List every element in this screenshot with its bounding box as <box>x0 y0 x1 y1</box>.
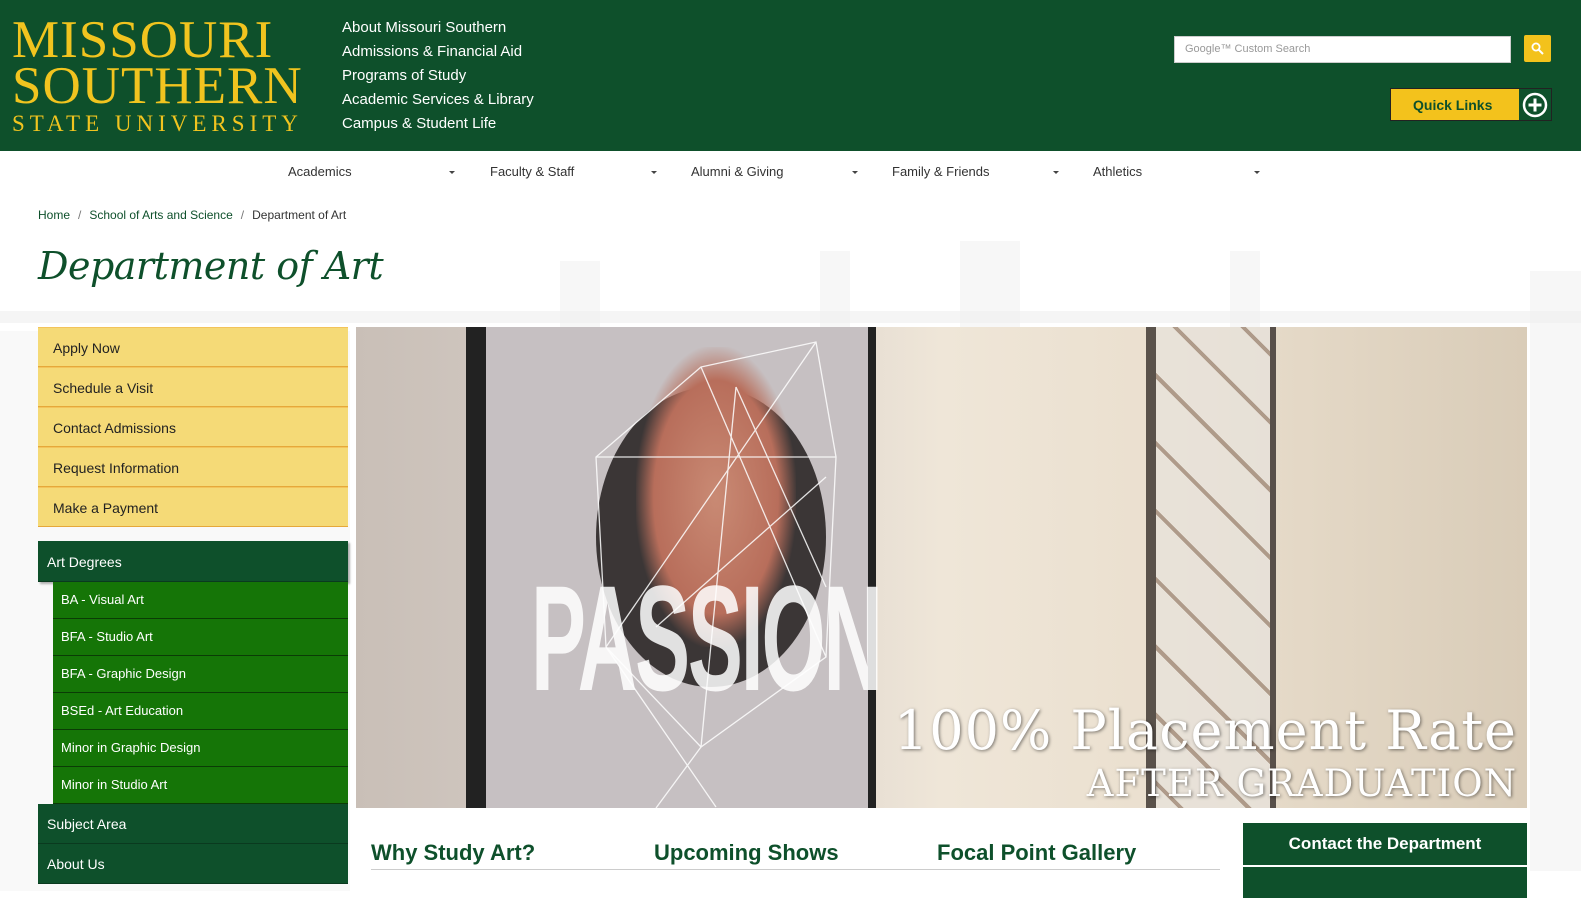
request-information-link[interactable]: Request Information <box>38 447 348 487</box>
logo-line-2: SOUTHERN <box>12 57 303 115</box>
schedule-visit-link[interactable]: Schedule a Visit <box>38 367 348 407</box>
university-logo[interactable]: MISSOURI SOUTHERN STATE UNIVERSITY <box>12 11 303 136</box>
degree-link-bsed-art-education[interactable]: BSEd - Art Education <box>53 693 348 730</box>
caret-down-icon <box>852 171 858 174</box>
degree-link-ba-visual-art[interactable]: BA - Visual Art <box>53 582 348 619</box>
caret-down-icon <box>449 171 455 174</box>
subject-area-link[interactable]: Subject Area <box>38 804 348 844</box>
make-payment-link[interactable]: Make a Payment <box>38 487 348 527</box>
nav-family-friends[interactable]: Family & Friends <box>892 164 1093 179</box>
caret-down-icon <box>651 171 657 174</box>
top-link-about[interactable]: About Missouri Southern <box>342 16 534 40</box>
apply-now-link[interactable]: Apply Now <box>38 327 348 367</box>
tab-focal-point-gallery[interactable]: Focal Point Gallery <box>937 840 1136 866</box>
breadcrumb-school[interactable]: School of Arts and Science <box>89 208 232 222</box>
top-link-admissions[interactable]: Admissions & Financial Aid <box>342 40 534 64</box>
breadcrumb-current: Department of Art <box>252 208 347 222</box>
hero-caption-line2: AFTER GRADUATION <box>1086 762 1517 805</box>
degree-link-minor-graphic-design[interactable]: Minor in Graphic Design <box>53 730 348 767</box>
search-button[interactable] <box>1524 35 1551 62</box>
quick-links-toggle[interactable] <box>1519 89 1551 120</box>
degrees-menu: Art Degrees BA - Visual Art BFA - Studio… <box>38 541 348 884</box>
nav-faculty-staff[interactable]: Faculty & Staff <box>490 164 691 179</box>
nav-athletics[interactable]: Athletics <box>1093 164 1294 179</box>
top-link-campus-life[interactable]: Campus & Student Life <box>342 112 534 136</box>
nav-label: Family & Friends <box>892 164 990 179</box>
breadcrumb: Home / School of Arts and Science / Departme… <box>38 208 346 222</box>
nav-academics[interactable]: Academics <box>288 164 489 179</box>
about-us-link[interactable]: About Us <box>38 844 348 884</box>
content-tabs: Why Study Art? Upcoming Shows Focal Poin… <box>371 840 1220 870</box>
art-degrees-header[interactable]: Art Degrees <box>38 541 348 582</box>
quick-links-label: Quick Links <box>1413 97 1493 113</box>
plus-circle-icon <box>1522 92 1548 118</box>
breadcrumb-separator: / <box>240 208 245 222</box>
degree-link-minor-studio-art[interactable]: Minor in Studio Art <box>53 767 348 804</box>
site-header: MISSOURI SOUTHERN STATE UNIVERSITY About… <box>0 0 1581 151</box>
search-placeholder: Google™ Custom Search <box>1185 43 1311 55</box>
nav-label: Alumni & Giving <box>691 164 784 179</box>
nav-alumni-giving[interactable]: Alumni & Giving <box>691 164 892 179</box>
nav-label: Academics <box>288 164 352 179</box>
tab-upcoming-shows[interactable]: Upcoming Shows <box>654 840 839 866</box>
degree-link-bfa-graphic-design[interactable]: BFA - Graphic Design <box>53 656 348 693</box>
action-menu: Apply Now Schedule a Visit Contact Admis… <box>38 327 348 527</box>
caret-down-icon <box>1254 171 1260 174</box>
search-input[interactable]: Google™ Custom Search <box>1174 36 1511 63</box>
hero-banner: PASSION 100% Placement Rate AFTER GRADUA… <box>356 327 1527 808</box>
top-links: About Missouri Southern Admissions & Fin… <box>342 16 534 136</box>
nav-label: Faculty & Staff <box>490 164 575 179</box>
page-title: Department of Art <box>38 244 384 288</box>
contact-department-body <box>1243 867 1527 898</box>
hero-caption-line1: 100% Placement Rate <box>893 699 1517 762</box>
contact-admissions-link[interactable]: Contact Admissions <box>38 407 348 447</box>
caret-down-icon <box>1053 171 1059 174</box>
search-icon <box>1531 42 1544 55</box>
contact-department-header[interactable]: Contact the Department <box>1243 823 1527 865</box>
nav-label: Athletics <box>1093 164 1143 179</box>
logo-line-3: STATE UNIVERSITY <box>12 111 303 136</box>
breadcrumb-separator: / <box>78 208 82 222</box>
logo-line-1: MISSOURI <box>12 11 274 69</box>
breadcrumb-home[interactable]: Home <box>38 208 70 222</box>
quick-links-button[interactable]: Quick Links <box>1390 88 1552 121</box>
top-link-academic-services[interactable]: Academic Services & Library <box>342 88 534 112</box>
degree-link-bfa-studio-art[interactable]: BFA - Studio Art <box>53 619 348 656</box>
top-link-programs[interactable]: Programs of Study <box>342 64 534 88</box>
tab-why-study-art[interactable]: Why Study Art? <box>371 840 535 866</box>
